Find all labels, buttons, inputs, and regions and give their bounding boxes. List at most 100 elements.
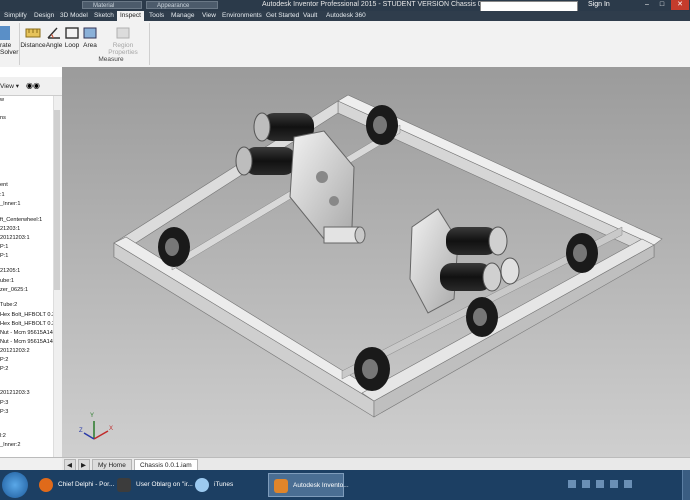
loop-icon xyxy=(64,26,80,40)
distance-label: Distance xyxy=(20,42,46,49)
material-label: Material xyxy=(93,3,115,9)
tree-item[interactable]: _Inner:2 xyxy=(0,442,21,448)
browser-view-dropdown[interactable]: View ▾ xyxy=(0,82,19,90)
relations-solver-button[interactable]: rate Solver xyxy=(0,24,18,56)
angle-icon xyxy=(46,26,62,40)
tree-item[interactable]: ft_Centerwheel:1 xyxy=(0,217,42,223)
measure-panel-label: Measure xyxy=(98,56,124,63)
show-desktop-button[interactable] xyxy=(682,470,690,500)
area-icon xyxy=(82,26,98,40)
tree-item[interactable]: l:2 xyxy=(0,433,6,439)
taskbar-item-chief-delphi[interactable]: Chief Delphi - Por... xyxy=(34,473,114,497)
distance-icon xyxy=(25,26,41,40)
solver-label-1: rate xyxy=(0,42,12,49)
tree-item[interactable]: P:2 xyxy=(0,366,8,372)
tree-item[interactable]: ube:1 xyxy=(0,278,14,284)
ribbon-panel: rate Solver Distance Angle Loop Area Reg… xyxy=(0,21,690,68)
browser-footer xyxy=(0,457,62,471)
tree-item[interactable]: 20121203:1 xyxy=(0,235,30,241)
tab-vault[interactable]: Vault xyxy=(303,11,317,21)
tree-item[interactable]: :1 xyxy=(0,192,5,198)
tray-icon[interactable] xyxy=(568,480,576,488)
tree-item[interactable]: P:1 xyxy=(0,253,8,259)
tab-get-started[interactable]: Get Started xyxy=(266,11,299,21)
tab-autodesk-360[interactable]: Autodesk 360 xyxy=(326,11,366,21)
chassis-model[interactable] xyxy=(62,67,690,457)
area-label: Area xyxy=(83,42,97,49)
taskbar-item-itunes[interactable]: iTunes xyxy=(190,473,266,497)
window-title: Autodesk Inventor Professional 2015 - ST… xyxy=(262,1,494,8)
browser-scrollbar-thumb[interactable] xyxy=(54,110,60,290)
tray-icon[interactable] xyxy=(610,480,618,488)
triad-y-label: Y xyxy=(90,413,95,419)
angle-label: Angle xyxy=(45,42,63,49)
wheel xyxy=(354,347,390,391)
tray-icon[interactable] xyxy=(624,480,632,488)
tree-item[interactable]: Nut - Mcm 95615A140 xyxy=(0,339,56,345)
region-properties-button[interactable]: Region Properties xyxy=(99,24,147,56)
tab-inspect[interactable]: Inspect xyxy=(117,11,144,21)
region-properties-label: Region Properties xyxy=(108,42,138,56)
firefox-icon xyxy=(39,478,53,492)
tree-item[interactable]: Tube:2 xyxy=(0,302,17,308)
tree-item[interactable]: 21205:1 xyxy=(0,268,20,274)
tray-icon[interactable] xyxy=(596,480,604,488)
binoculars-icon[interactable]: ◉◉ xyxy=(26,81,40,90)
tree-item[interactable]: ns xyxy=(0,115,6,121)
area-button[interactable]: Area xyxy=(82,24,98,56)
tab-environments[interactable]: Environments xyxy=(222,11,262,21)
wheel xyxy=(566,233,598,273)
tab-simplify[interactable]: Simplify xyxy=(4,11,27,21)
tree-item[interactable]: 21203:1 xyxy=(0,226,20,232)
taskbar-item-user-oblarg[interactable]: User Oblarg on "ir... xyxy=(112,473,193,497)
browser-view-label: View xyxy=(0,83,14,90)
cz-icon xyxy=(117,478,131,492)
graphics-viewport[interactable]: Y X Z xyxy=(62,67,690,457)
tree-item[interactable]: ent xyxy=(0,182,8,188)
tab-view[interactable]: View xyxy=(202,11,216,21)
close-icon[interactable]: ✕ xyxy=(671,0,689,10)
tree-item[interactable]: P:1 xyxy=(0,244,8,250)
tree-item[interactable]: Hex Bolt_HFBOLT 0.3 xyxy=(0,321,55,327)
solver-label-2: Solver xyxy=(0,49,19,56)
tree-item[interactable]: 20121203:3 xyxy=(0,390,30,396)
appearance-dropdown[interactable]: Appearance xyxy=(146,1,218,9)
tree-item[interactable]: 20121203:2 xyxy=(0,348,30,354)
axis-triad xyxy=(83,421,109,440)
document-tabs: ◀ ▶ My Home Chassis 0.0.1.iam xyxy=(62,457,690,472)
taskbar-label: iTunes xyxy=(214,481,234,488)
sign-in-link[interactable]: Sign In xyxy=(588,1,610,8)
taskbar-label: Autodesk Invento... xyxy=(293,482,349,489)
distance-button[interactable]: Distance xyxy=(20,24,46,56)
tab-3d-model[interactable]: 3D Model xyxy=(60,11,88,21)
gearbox-right xyxy=(409,208,520,314)
tree-item[interactable]: Hex Bolt_HFBOLT 0.3 xyxy=(0,312,55,318)
tree-item[interactable]: _Inner:1 xyxy=(0,201,21,207)
angle-button[interactable]: Angle xyxy=(45,24,63,56)
wheel xyxy=(158,227,190,267)
tab-tools[interactable]: Tools xyxy=(149,11,164,21)
material-dropdown[interactable]: Material xyxy=(82,1,142,9)
tree-item[interactable]: Nut - Mcm 95615A140 xyxy=(0,330,56,336)
loop-button[interactable]: Loop xyxy=(64,24,80,56)
wheel xyxy=(466,297,498,337)
start-button[interactable] xyxy=(2,472,28,498)
tab-design[interactable]: Design xyxy=(34,11,54,21)
solver-icon xyxy=(0,26,10,40)
minimize-icon[interactable]: – xyxy=(640,0,654,10)
tab-sketch[interactable]: Sketch xyxy=(94,11,114,21)
taskbar-item-autodesk-inventor[interactable]: Autodesk Invento... xyxy=(268,473,349,497)
tray-icon[interactable] xyxy=(582,480,590,488)
maximize-icon[interactable]: □ xyxy=(655,0,669,10)
tree-item[interactable]: P:2 xyxy=(0,357,8,363)
tab-manage[interactable]: Manage xyxy=(171,11,195,21)
triad-x-label: X xyxy=(109,426,114,432)
tree-item[interactable]: zer_0625:1 xyxy=(0,287,28,293)
inventor-icon xyxy=(274,479,288,493)
tree-item[interactable]: P:3 xyxy=(0,409,8,415)
tree-item[interactable]: P:3 xyxy=(0,400,8,406)
taskbar-label: User Oblarg on "ir... xyxy=(136,481,193,488)
tree-item[interactable]: w xyxy=(0,97,4,103)
wheel xyxy=(366,105,398,145)
gearbox-left xyxy=(235,112,366,244)
